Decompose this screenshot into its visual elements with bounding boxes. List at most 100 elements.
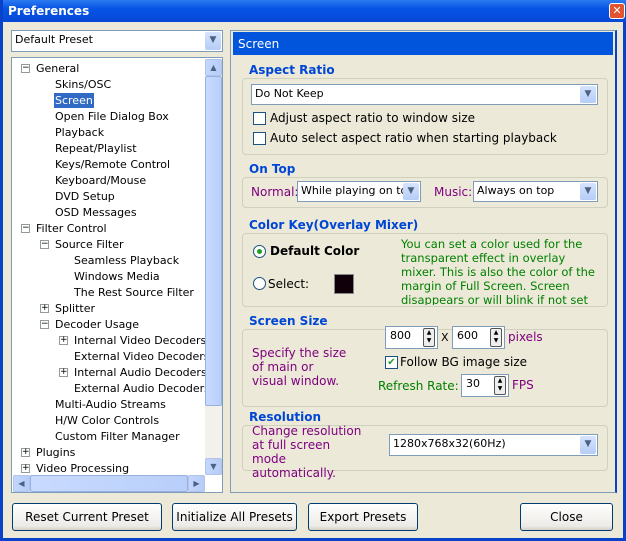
tree-item[interactable]: Custom Filter Manager [54, 429, 181, 444]
select-color-radio[interactable] [253, 277, 266, 290]
vertical-scroll-thumb[interactable] [205, 76, 222, 406]
tree-item[interactable]: External Audio Decoders [73, 381, 211, 396]
tree-item[interactable]: Keys/Remote Control [54, 157, 171, 172]
tree-item[interactable]: Source Filter [54, 237, 125, 252]
tree-item[interactable]: Skins/OSC [54, 77, 112, 92]
scroll-up-button[interactable]: ▲ [205, 59, 222, 76]
expand-icon[interactable]: + [59, 336, 68, 345]
tree-item[interactable]: Multi-Audio Streams [54, 397, 167, 412]
screen-size-desc: Specify the size of main or visual windo… [252, 346, 347, 388]
panel-title: Screen [233, 32, 613, 55]
reset-preset-button[interactable]: Reset Current Preset [12, 503, 162, 531]
title-bar: Preferences ✕ [3, 0, 626, 22]
export-presets-button[interactable]: Export Presets [308, 503, 418, 531]
tree-item[interactable]: General [35, 61, 80, 76]
times-label: X [441, 331, 449, 344]
horizontal-scrollbar[interactable]: ◀ ▶ [13, 475, 205, 492]
expand-icon[interactable]: + [21, 464, 30, 473]
height-value: 600 [457, 329, 478, 342]
color-swatch[interactable] [334, 274, 354, 294]
scroll-left-button[interactable]: ◀ [13, 475, 30, 492]
chevron-down-icon[interactable]: ▼ [580, 183, 596, 200]
follow-bg-checkbox[interactable]: ✔ [385, 356, 398, 369]
tree-item[interactable]: Repeat/Playlist [54, 141, 138, 156]
tree-item[interactable]: Seamless Playback [73, 253, 180, 268]
chevron-down-icon[interactable]: ▼ [403, 183, 419, 200]
tree-item[interactable]: H/W Color Controls [54, 413, 160, 428]
width-value: 800 [390, 329, 411, 342]
tree-item[interactable]: Plugins [35, 445, 76, 460]
close-button[interactable]: Close [520, 503, 613, 531]
initialize-presets-button[interactable]: Initialize All Presets [172, 503, 297, 531]
spin-arrows-icon[interactable]: ▲ ▼ [423, 328, 435, 347]
resolution-desc: Change resolution at full screen mode au… [252, 424, 362, 480]
preset-select[interactable]: Default Preset ▼ [11, 30, 223, 52]
music-ontop-value: Always on top [477, 184, 555, 197]
normal-ontop-select[interactable]: While playing on top ▼ [297, 181, 421, 202]
tree-item[interactable]: The Rest Source Filter [73, 285, 195, 300]
aspect-ratio-select[interactable]: Do Not Keep ▼ [251, 84, 598, 105]
default-color-label: Default Color [270, 244, 360, 258]
refresh-rate-label: Refresh Rate: [378, 379, 459, 393]
color-key-note: You can set a color used for the transpa… [401, 237, 595, 305]
aspect-ratio-legend: Aspect Ratio [248, 63, 336, 77]
screen-settings-panel: Screen Aspect Ratio Do Not Keep ▼ Adjust … [230, 30, 617, 493]
music-label: Music: [434, 185, 473, 199]
height-spinner[interactable]: 600 ▲ ▼ [452, 326, 505, 349]
chevron-down-icon[interactable]: ▼ [580, 436, 596, 454]
expand-icon[interactable]: + [21, 448, 30, 457]
collapse-icon[interactable]: − [40, 320, 49, 329]
chevron-down-icon[interactable]: ▼ [580, 86, 596, 103]
collapse-icon[interactable]: − [21, 224, 30, 233]
follow-bg-label: Follow BG image size [400, 355, 528, 369]
tree-item[interactable]: Keyboard/Mouse [54, 173, 147, 188]
spin-arrows-icon[interactable]: ▲ ▼ [490, 328, 502, 347]
window-title: Preferences [8, 4, 90, 18]
preferences-window: Preferences ✕ Default Preset ▼ − General Sk… [0, 0, 626, 541]
normal-ontop-value: While playing on top [301, 184, 415, 197]
settings-tree: − General Skins/OSC Screen Open File Dialog … [11, 57, 223, 493]
color-key-legend: Color Key(Overlay Mixer) [248, 218, 420, 232]
expand-icon[interactable]: + [59, 368, 68, 377]
default-color-radio[interactable] [253, 245, 266, 258]
resolution-select[interactable]: 1280x768x32(60Hz) ▼ [389, 434, 598, 456]
on-top-legend: On Top [248, 162, 297, 176]
resolution-legend: Resolution [248, 410, 323, 424]
scroll-down-button[interactable]: ▼ [205, 458, 222, 475]
tree-item[interactable]: External Video Decoders [73, 349, 210, 364]
tree-item[interactable]: Screen [54, 93, 94, 108]
spin-arrows-icon[interactable]: ▲ ▼ [494, 376, 506, 395]
tree-item[interactable]: Open File Dialog Box [54, 109, 170, 124]
tree-item[interactable]: Video Processing [35, 461, 130, 476]
vertical-scrollbar[interactable]: ▲ ▼ [205, 59, 222, 475]
tree-item[interactable]: Internal Video Decoders [73, 333, 207, 348]
scroll-right-button[interactable]: ▶ [188, 475, 205, 492]
tree-item[interactable]: Playback [54, 125, 105, 140]
normal-label: Normal: [251, 185, 299, 199]
close-window-button[interactable]: ✕ [609, 3, 625, 19]
horizontal-scroll-thumb[interactable] [30, 475, 188, 492]
tree-item[interactable]: Windows Media [73, 269, 161, 284]
pixels-label: pixels [508, 330, 543, 344]
music-ontop-select[interactable]: Always on top ▼ [473, 181, 598, 202]
auto-aspect-label: Auto select aspect ratio when starting p… [270, 131, 557, 145]
refresh-rate-value: 30 [466, 377, 480, 390]
tree-item[interactable]: Splitter [54, 301, 96, 316]
tree-item[interactable]: Decoder Usage [54, 317, 140, 332]
auto-aspect-checkbox[interactable] [253, 132, 266, 145]
screen-size-legend: Screen Size [248, 314, 329, 328]
adjust-aspect-checkbox[interactable] [253, 112, 266, 125]
expand-icon[interactable]: + [40, 304, 49, 313]
tree-item[interactable]: Filter Control [35, 221, 108, 236]
width-spinner[interactable]: 800 ▲ ▼ [385, 326, 438, 349]
select-color-label: Select: [268, 277, 310, 291]
chevron-down-icon[interactable]: ▼ [205, 32, 221, 50]
collapse-icon[interactable]: − [40, 240, 49, 249]
aspect-ratio-value: Do Not Keep [255, 87, 324, 100]
tree-item[interactable]: OSD Messages [54, 205, 138, 220]
refresh-rate-spinner[interactable]: 30 ▲ ▼ [461, 374, 509, 397]
collapse-icon[interactable]: − [21, 64, 30, 73]
tree-item[interactable]: DVD Setup [54, 189, 116, 204]
fps-label: FPS [512, 378, 534, 392]
tree-item[interactable]: Internal Audio Decoders [73, 365, 208, 380]
